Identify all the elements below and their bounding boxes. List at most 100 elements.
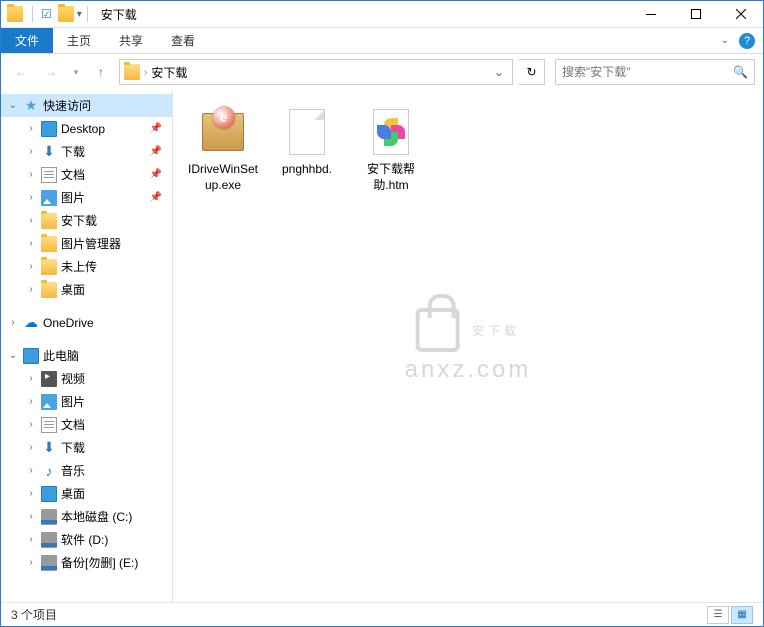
sidebar-item-label: 文档: [61, 166, 85, 183]
breadcrumb-current[interactable]: 安下载: [151, 64, 187, 81]
breadcrumb-folder-icon: [124, 64, 140, 80]
maximize-button[interactable]: [673, 1, 718, 28]
qat-separator-2: [87, 6, 88, 22]
minimize-button[interactable]: [628, 1, 673, 28]
sidebar-item-label: 下载: [61, 143, 85, 160]
window-folder-icon: [7, 6, 23, 22]
sidebar-item[interactable]: ›视频: [1, 367, 172, 390]
sidebar-item[interactable]: ›文档: [1, 413, 172, 436]
sidebar-item[interactable]: ›未上传: [1, 255, 172, 278]
chevron-right-icon[interactable]: ›: [7, 317, 19, 328]
sidebar-item-label: 视频: [61, 370, 85, 387]
sidebar-item[interactable]: ›Desktop📌: [1, 117, 172, 140]
sidebar-item-label: OneDrive: [43, 316, 94, 330]
file-item[interactable]: 安下载帮助.htm: [351, 104, 431, 197]
sidebar-item[interactable]: ›图片📌: [1, 186, 172, 209]
folder-icon: [41, 236, 57, 252]
pc-icon: [23, 348, 39, 364]
video-icon: [41, 371, 57, 387]
nav-row: ← → ▾ ↑ › 安下载 ⌄ ↻ 🔍: [1, 54, 763, 90]
sidebar-item[interactable]: ›⬇下载: [1, 436, 172, 459]
watermark-text: 安下载: [472, 322, 520, 339]
star-icon: ★: [23, 98, 39, 114]
pin-icon: 📌: [150, 192, 162, 203]
sidebar-item[interactable]: ›文档📌: [1, 163, 172, 186]
close-button[interactable]: [718, 1, 763, 28]
sidebar-item-label: 备份[勿删] (E:): [61, 554, 138, 571]
docs-icon: [41, 417, 57, 433]
sidebar-quick-access[interactable]: ⌄ ★ 快速访问: [1, 94, 172, 117]
file-item[interactable]: eIDriveWinSetup.exe: [183, 104, 263, 197]
content-pane[interactable]: 安下载 anxz.com eIDriveWinSetup.exepnghhbd.…: [173, 90, 763, 602]
search-icon[interactable]: 🔍: [733, 65, 748, 79]
ribbon-expand-icon[interactable]: ⌄: [721, 35, 729, 46]
qat-properties-icon[interactable]: ☑: [41, 7, 52, 21]
pin-icon: 📌: [150, 169, 162, 180]
lock-icon: [416, 308, 460, 352]
pin-icon: 📌: [150, 146, 162, 157]
sidebar-item-label: 图片管理器: [61, 235, 121, 252]
sidebar-item[interactable]: ›安下载: [1, 209, 172, 232]
sidebar-item[interactable]: ›图片管理器: [1, 232, 172, 255]
up-button[interactable]: ↑: [89, 60, 113, 84]
sidebar-item[interactable]: ›备份[勿删] (E:): [1, 551, 172, 574]
breadcrumb-separator[interactable]: ›: [144, 67, 147, 78]
sidebar-item-label: 此电脑: [43, 347, 79, 364]
sidebar-item-label: 图片: [61, 393, 85, 410]
sidebar-item-label: 安下载: [61, 212, 97, 229]
chevron-down-icon[interactable]: ⌄: [7, 350, 19, 361]
sidebar-item[interactable]: ›桌面: [1, 482, 172, 505]
htm-icon: [373, 109, 409, 155]
docs-icon: [41, 167, 57, 183]
search-input[interactable]: [562, 65, 733, 79]
sidebar-item[interactable]: ›桌面: [1, 278, 172, 301]
details-view-button[interactable]: ☰: [707, 606, 729, 624]
tab-home[interactable]: 主页: [53, 28, 105, 53]
sidebar-item[interactable]: ›本地磁盘 (C:): [1, 505, 172, 528]
qat-newfolder-icon[interactable]: [58, 6, 74, 22]
sidebar-item-label: 未上传: [61, 258, 97, 275]
qat-separator: [32, 6, 33, 22]
statusbar: 3 个项目 ☰ ▦: [1, 602, 763, 626]
sidebar-onedrive[interactable]: › ☁ OneDrive: [1, 311, 172, 334]
sidebar-item[interactable]: ›软件 (D:): [1, 528, 172, 551]
desktop-icon: [41, 486, 57, 502]
sidebar-item-label: Desktop: [61, 122, 105, 136]
help-icon[interactable]: ?: [739, 33, 755, 49]
desktop-icon: [41, 121, 57, 137]
folder-icon: [41, 259, 57, 275]
sidebar-item-label: 音乐: [61, 462, 85, 479]
file-label: 安下载帮助.htm: [355, 162, 427, 193]
sidebar: ⌄ ★ 快速访问 ›Desktop📌›⬇下载📌›文档📌›图片📌›安下载›图片管理…: [1, 90, 173, 602]
tab-share[interactable]: 共享: [105, 28, 157, 53]
folder-icon: [41, 282, 57, 298]
sidebar-item[interactable]: ›⬇下载📌: [1, 140, 172, 163]
drive-icon: [41, 509, 57, 525]
music-icon: ♪: [41, 463, 57, 479]
tab-file[interactable]: 文件: [1, 28, 53, 53]
back-button[interactable]: ←: [9, 60, 33, 84]
history-dropdown-icon[interactable]: ▾: [69, 60, 83, 84]
drive-icon: [41, 532, 57, 548]
watermark-url: anxz.com: [405, 356, 532, 384]
sidebar-item-label: 下载: [61, 439, 85, 456]
breadcrumb-dropdown-icon[interactable]: ⌄: [490, 65, 508, 79]
chevron-down-icon[interactable]: ⌄: [7, 100, 19, 111]
refresh-button[interactable]: ↻: [519, 59, 545, 85]
qat-dropdown-icon[interactable]: ▾: [77, 9, 82, 20]
sidebar-item-label: 桌面: [61, 281, 85, 298]
search-box[interactable]: 🔍: [555, 59, 755, 85]
tab-view[interactable]: 查看: [157, 28, 209, 53]
item-count: 3 个项目: [11, 606, 57, 623]
file-item[interactable]: pnghhbd.: [267, 104, 347, 197]
sidebar-item-label: 快速访问: [43, 97, 91, 114]
forward-button[interactable]: →: [39, 60, 63, 84]
watermark: 安下载 anxz.com: [405, 308, 532, 384]
breadcrumb[interactable]: › 安下载 ⌄: [119, 59, 513, 85]
sidebar-item[interactable]: ›图片: [1, 390, 172, 413]
icons-view-button[interactable]: ▦: [731, 606, 753, 624]
sidebar-item[interactable]: ›♪音乐: [1, 459, 172, 482]
file-icon: [289, 109, 325, 155]
titlebar: ☑ ▾ 安下载: [1, 1, 763, 28]
sidebar-this-pc[interactable]: ⌄ 此电脑: [1, 344, 172, 367]
